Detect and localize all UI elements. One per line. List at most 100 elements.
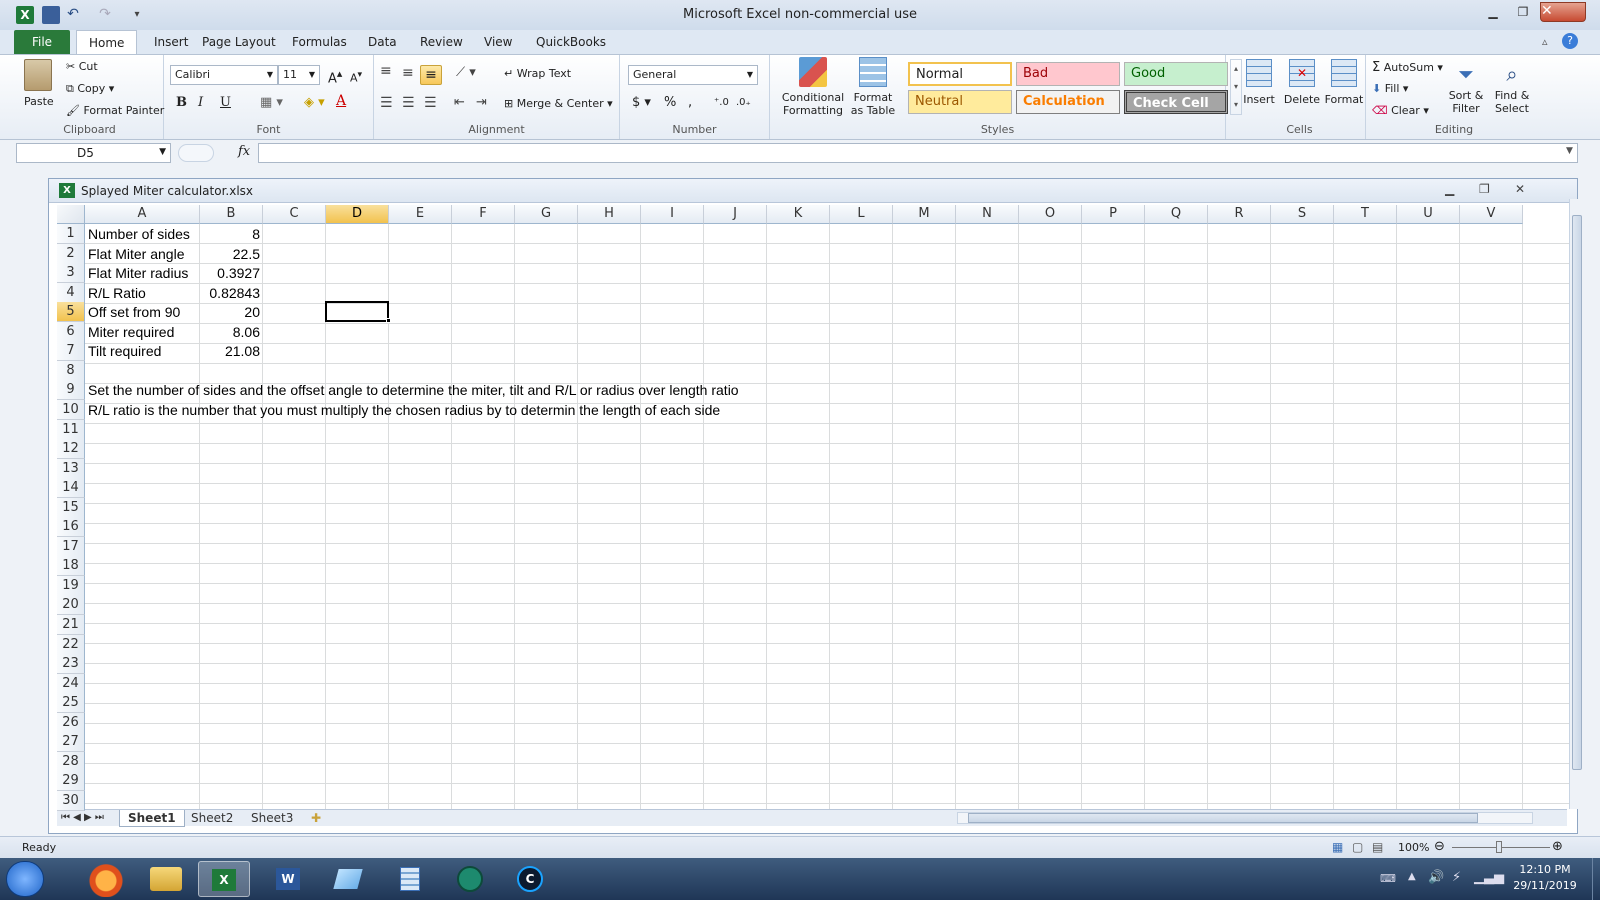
- column-header-l[interactable]: L: [830, 205, 893, 224]
- insert-cells-button[interactable]: Insert: [1240, 59, 1278, 106]
- tab-quickbooks[interactable]: QuickBooks: [524, 30, 618, 54]
- row-header-7[interactable]: 7: [57, 341, 85, 362]
- autosum-button[interactable]: Σ AutoSum ▾: [1372, 60, 1443, 75]
- row-header-10[interactable]: 10: [57, 399, 85, 420]
- column-header-u[interactable]: U: [1397, 205, 1460, 224]
- grow-font-icon[interactable]: A▴: [328, 67, 342, 86]
- row-header-20[interactable]: 20: [57, 595, 85, 616]
- taskbar-word[interactable]: W: [262, 861, 314, 897]
- sort-filter-button[interactable]: ⏷ Sort & Filter: [1444, 59, 1488, 115]
- cell-a10[interactable]: R/L ratio is the number that you must mu…: [85, 400, 723, 420]
- copy-button[interactable]: ⧉ Copy ▾: [66, 82, 114, 96]
- start-button-icon[interactable]: [6, 861, 44, 897]
- align-bottom-icon[interactable]: ≡: [420, 65, 442, 85]
- style-calculation[interactable]: Calculation: [1016, 90, 1120, 114]
- file-explorer-icon[interactable]: [150, 867, 182, 891]
- column-header-t[interactable]: T: [1334, 205, 1397, 224]
- cell-a5[interactable]: Off set from 90: [85, 302, 183, 322]
- row-header-19[interactable]: 19: [57, 575, 85, 596]
- merge-center-button[interactable]: ⊞ Merge & Center ▾: [504, 97, 613, 110]
- tray-network-icon[interactable]: ⚡: [1452, 870, 1461, 885]
- decrease-indent-icon[interactable]: ⇤: [454, 95, 465, 110]
- zoom-level[interactable]: 100%: [1398, 841, 1429, 854]
- shrink-font-icon[interactable]: A▾: [350, 69, 362, 85]
- row-header-16[interactable]: 16: [57, 517, 85, 538]
- row-header-6[interactable]: 6: [57, 321, 85, 342]
- number-format-select[interactable]: General ▼: [628, 65, 758, 85]
- maximize-button[interactable]: ❐: [1510, 4, 1536, 22]
- comma-button[interactable]: ,: [688, 95, 692, 110]
- firefox-icon[interactable]: [80, 861, 132, 897]
- workbook-restore-button[interactable]: ❐: [1479, 182, 1490, 196]
- column-header-a[interactable]: A: [85, 205, 200, 224]
- cell-b2[interactable]: 22.5: [200, 244, 263, 264]
- page-break-view-icon[interactable]: ▤: [1372, 840, 1383, 854]
- column-header-n[interactable]: N: [956, 205, 1019, 224]
- select-all-button[interactable]: [57, 205, 85, 224]
- column-header-h[interactable]: H: [578, 205, 641, 224]
- show-desktop-button[interactable]: [1592, 858, 1600, 900]
- cell-a7[interactable]: Tilt required: [85, 341, 164, 361]
- paste-icon[interactable]: [24, 59, 52, 91]
- page-layout-view-icon[interactable]: ▢: [1352, 840, 1363, 854]
- tab-view[interactable]: View: [472, 30, 524, 54]
- workbook-close-button[interactable]: ✕: [1515, 182, 1525, 196]
- row-header-13[interactable]: 13: [57, 458, 85, 479]
- column-header-o[interactable]: O: [1019, 205, 1082, 224]
- style-normal[interactable]: Normal: [908, 62, 1012, 86]
- fill-button[interactable]: ⬇ Fill ▾: [1372, 82, 1408, 95]
- wrap-text-button[interactable]: ↵ Wrap Text: [504, 67, 571, 80]
- fill-color-icon[interactable]: ◈ ▾: [304, 95, 325, 110]
- italic-button[interactable]: I: [198, 95, 203, 110]
- taskbar-clock[interactable]: 12:10 PM 29/11/2019: [1500, 862, 1590, 894]
- cell-b4[interactable]: 0.82843: [200, 283, 263, 303]
- align-middle-icon[interactable]: ≡: [402, 65, 414, 81]
- column-header-f[interactable]: F: [452, 205, 515, 224]
- workbook-minimize-button[interactable]: ▁: [1445, 182, 1454, 196]
- sheet-tab-1[interactable]: Sheet1: [119, 810, 185, 827]
- column-header-g[interactable]: G: [515, 205, 578, 224]
- row-header-29[interactable]: 29: [57, 771, 85, 792]
- cell-a4[interactable]: R/L Ratio: [85, 283, 149, 303]
- cell-b5[interactable]: 20: [200, 302, 263, 322]
- row-header-9[interactable]: 9: [57, 380, 85, 401]
- row-header-12[interactable]: 12: [57, 439, 85, 460]
- align-right-icon[interactable]: ☰: [424, 95, 437, 111]
- tray-keyboard-icon[interactable]: ⌨: [1380, 872, 1396, 885]
- column-header-d[interactable]: D: [326, 205, 389, 224]
- orientation-icon[interactable]: ⟋ ▾: [456, 65, 476, 80]
- cell-a9[interactable]: Set the number of sides and the offset a…: [85, 380, 742, 400]
- ribbon-collapse-icon[interactable]: ▵: [1542, 35, 1548, 48]
- row-header-2[interactable]: 2: [57, 243, 85, 264]
- row-header-27[interactable]: 27: [57, 732, 85, 753]
- currency-button[interactable]: $ ▾: [632, 95, 651, 110]
- tab-file[interactable]: File: [14, 30, 70, 54]
- sheet-tab-3[interactable]: Sheet3: [243, 810, 301, 827]
- normal-view-icon[interactable]: ▦: [1332, 840, 1343, 854]
- borders-icon[interactable]: ▦ ▾: [260, 95, 283, 110]
- column-header-r[interactable]: R: [1208, 205, 1271, 224]
- taskbar-app-7[interactable]: C: [504, 861, 556, 897]
- find-select-button[interactable]: ⌕ Find & Select: [1488, 59, 1536, 115]
- row-header-1[interactable]: 1: [57, 224, 85, 244]
- font-name-select[interactable]: Calibri ▼: [170, 65, 278, 85]
- font-color-icon[interactable]: A: [336, 93, 346, 109]
- conditional-formatting-button[interactable]: Conditional Formatting: [780, 57, 846, 117]
- row-header-17[interactable]: 17: [57, 536, 85, 557]
- zoom-out-icon[interactable]: ⊖: [1434, 839, 1445, 854]
- tray-volume-icon[interactable]: 🔊: [1428, 870, 1444, 885]
- row-header-23[interactable]: 23: [57, 654, 85, 675]
- underline-button[interactable]: U: [220, 95, 231, 110]
- tray-show-hidden-icon[interactable]: ▲: [1408, 871, 1416, 882]
- cut-button[interactable]: ✂ Cut: [66, 60, 98, 73]
- tab-page-layout[interactable]: Page Layout: [190, 30, 288, 54]
- column-header-s[interactable]: S: [1271, 205, 1334, 224]
- row-header-8[interactable]: 8: [57, 360, 85, 381]
- taskbar-app-4[interactable]: [322, 861, 374, 897]
- insert-sheet-icon[interactable]: ✚: [303, 810, 329, 827]
- help-icon[interactable]: ?: [1562, 33, 1578, 49]
- fill-handle[interactable]: [386, 317, 391, 323]
- close-button[interactable]: ✕: [1540, 2, 1586, 22]
- cell-a6[interactable]: Miter required: [85, 322, 177, 342]
- zoom-slider-thumb[interactable]: [1496, 841, 1502, 853]
